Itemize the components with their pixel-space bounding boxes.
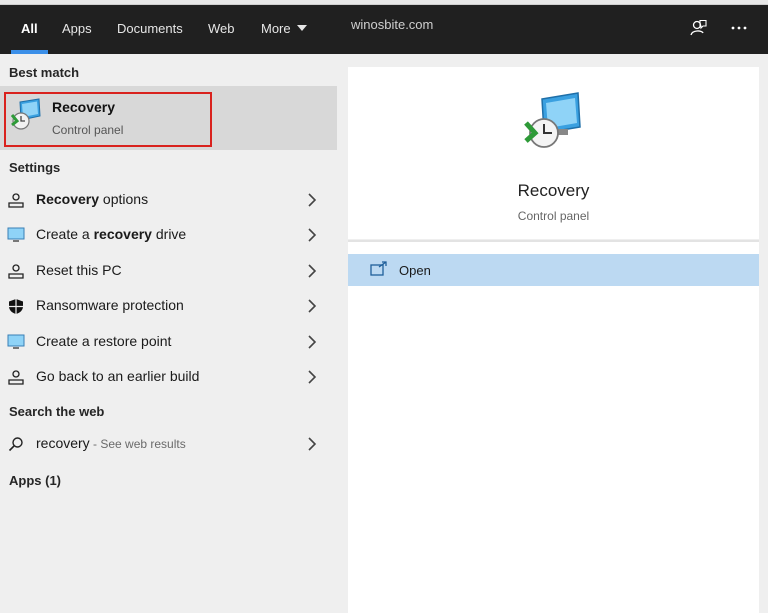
site-watermark: winosbite.com bbox=[351, 17, 434, 32]
apps-heading[interactable]: Apps (1) bbox=[9, 473, 61, 488]
chevron-right-icon bbox=[308, 437, 317, 451]
more-options-icon[interactable] bbox=[726, 15, 752, 41]
settings-item-create-restore-point[interactable]: Create a restore point bbox=[0, 324, 337, 359]
feedback-icon[interactable] bbox=[685, 15, 711, 41]
settings-item-ransomware-protection[interactable]: Ransomware protection bbox=[0, 288, 337, 323]
monitor-icon bbox=[7, 226, 25, 244]
best-match-heading: Best match bbox=[9, 65, 80, 80]
recovery-icon bbox=[522, 91, 586, 151]
preview-card: Recovery Control panel bbox=[348, 67, 759, 239]
open-button[interactable]: Open bbox=[348, 254, 759, 286]
chevron-right-icon bbox=[308, 370, 317, 384]
best-match-subtitle: Control panel bbox=[52, 123, 124, 137]
best-match-title: Recovery bbox=[52, 99, 116, 115]
chevron-right-icon bbox=[308, 299, 317, 313]
search-header: All Apps Documents Web More winosbite.co… bbox=[0, 5, 768, 54]
person-sync-icon bbox=[7, 191, 25, 209]
preview-subtitle: Control panel bbox=[517, 209, 590, 223]
settings-item-create-recovery-drive[interactable]: Create a recovery drive bbox=[0, 217, 337, 252]
settings-item-go-back-earlier-build[interactable]: Go back to an earlier build bbox=[0, 359, 337, 394]
search-web-heading: Search the web bbox=[9, 404, 105, 419]
open-icon bbox=[370, 261, 387, 276]
results-pane: Best match Recovery Control panel Settin… bbox=[0, 54, 337, 613]
chevron-down-icon bbox=[296, 25, 307, 31]
tab-documents[interactable]: Documents bbox=[117, 5, 183, 54]
settings-item-reset-this-pc[interactable]: Reset this PC bbox=[0, 253, 337, 288]
recovery-icon bbox=[9, 97, 43, 131]
tab-more[interactable]: More bbox=[261, 5, 307, 54]
web-search-item[interactable]: recovery - See web results bbox=[0, 426, 337, 461]
person-sync-icon bbox=[7, 368, 25, 386]
monitor-icon bbox=[7, 333, 25, 351]
actions-panel bbox=[348, 242, 759, 613]
chevron-right-icon bbox=[308, 193, 317, 207]
person-sync-icon bbox=[7, 262, 25, 280]
settings-item-recovery-options[interactable]: Recovery options bbox=[0, 182, 337, 217]
preview-pane: Recovery Control panel Open bbox=[337, 54, 768, 613]
settings-heading: Settings bbox=[9, 160, 61, 175]
tab-web[interactable]: Web bbox=[208, 5, 235, 54]
tab-all[interactable]: All bbox=[11, 5, 48, 54]
chevron-right-icon bbox=[308, 335, 317, 349]
tab-apps[interactable]: Apps bbox=[62, 5, 92, 54]
shield-icon bbox=[7, 297, 25, 315]
chevron-right-icon bbox=[308, 228, 317, 242]
search-icon bbox=[7, 435, 25, 453]
preview-title: Recovery bbox=[517, 181, 590, 200]
chevron-right-icon bbox=[308, 264, 317, 278]
